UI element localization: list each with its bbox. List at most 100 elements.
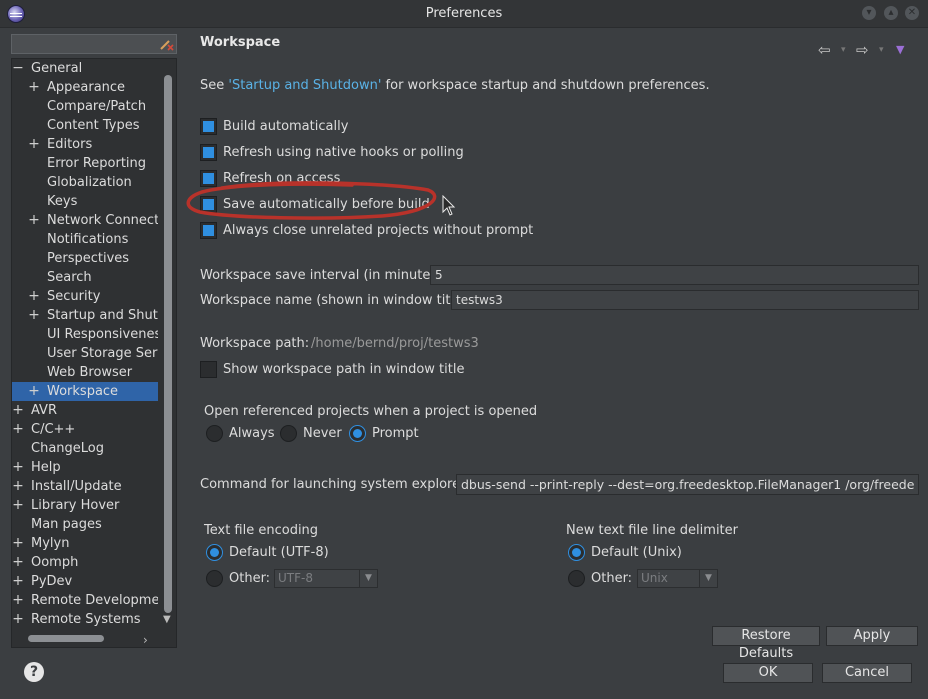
expand-icon[interactable]: + xyxy=(28,135,40,154)
expand-icon[interactable]: + xyxy=(28,211,40,230)
delimiter-dropdown-icon[interactable]: ▼ xyxy=(699,570,717,587)
expand-icon[interactable]: + xyxy=(12,591,24,610)
scroll-down-icon[interactable]: ▼ xyxy=(163,614,171,625)
encoding-default-radio[interactable] xyxy=(206,544,223,561)
tree-vertical-scrollbar[interactable] xyxy=(161,61,175,627)
tree-item[interactable]: Keys xyxy=(12,192,158,211)
refresh-native-checkbox[interactable] xyxy=(200,144,217,161)
delimiter-combo[interactable]: Unix ▼ xyxy=(637,569,718,588)
explorer-command-input[interactable] xyxy=(456,474,919,495)
intro-text: See 'Startup and Shutdown' for workspace… xyxy=(200,78,710,93)
expand-icon[interactable]: + xyxy=(12,477,24,496)
expand-icon[interactable]: + xyxy=(28,306,40,325)
expand-icon[interactable]: + xyxy=(28,287,40,306)
expand-icon[interactable]: + xyxy=(12,572,24,591)
page-title: Workspace xyxy=(200,35,281,50)
close-unrelated-checkbox[interactable] xyxy=(200,222,217,239)
tree-item[interactable]: + Appearance xyxy=(12,78,158,97)
tree-item[interactable]: Compare/Patch xyxy=(12,97,158,116)
expand-icon[interactable]: + xyxy=(12,534,24,553)
tree-item-label: AVR xyxy=(31,403,57,418)
view-menu-icon[interactable]: ▼ xyxy=(896,43,904,56)
tree-item-label: Network Connecti xyxy=(47,213,158,228)
workspace-name-input[interactable] xyxy=(451,290,919,310)
tree-item[interactable]: + Network Connecti xyxy=(12,211,158,230)
tree-item[interactable]: UI Responsivenes xyxy=(12,325,158,344)
expand-icon[interactable]: + xyxy=(12,553,24,572)
help-icon[interactable]: ? xyxy=(24,662,44,682)
delimiter-default-radio[interactable] xyxy=(568,544,585,561)
tree-item-label: Library Hover xyxy=(31,498,120,513)
filter-input[interactable] xyxy=(11,34,177,54)
tree-item[interactable]: + Help xyxy=(12,458,158,477)
intro-prefix: See xyxy=(200,78,229,93)
encoding-dropdown-icon[interactable]: ▼ xyxy=(359,570,377,587)
delimiter-default-label: Default (Unix) xyxy=(591,545,682,560)
tree-item[interactable]: Content Types xyxy=(12,116,158,135)
open-ref-prompt-radio[interactable] xyxy=(349,425,366,442)
tree-item[interactable]: + C/C++ xyxy=(12,420,158,439)
open-ref-never-radio[interactable] xyxy=(280,425,297,442)
tree-item[interactable]: + Install/Update xyxy=(12,477,158,496)
tree-item[interactable]: Notifications xyxy=(12,230,158,249)
clear-filter-icon[interactable] xyxy=(159,38,174,51)
expand-icon[interactable]: + xyxy=(28,382,40,401)
tree-item[interactable]: User Storage Serv xyxy=(12,344,158,363)
build-automatically-checkbox[interactable] xyxy=(200,118,217,135)
expand-icon[interactable]: + xyxy=(12,420,24,439)
apply-button[interactable]: Apply xyxy=(826,626,918,646)
tree-item[interactable]: Web Browser xyxy=(12,363,158,382)
save-interval-input[interactable] xyxy=(430,265,919,285)
back-arrow-icon[interactable]: ⇦ xyxy=(818,41,831,59)
workspace-path-label: Workspace path: xyxy=(200,336,310,351)
tree-item[interactable]: ChangeLog xyxy=(12,439,158,458)
tree-item[interactable]: + Workspace xyxy=(12,382,158,401)
line-delimiter-group-label: New text file line delimiter xyxy=(566,523,738,538)
tree-item[interactable]: + Oomph xyxy=(12,553,158,572)
tree-horizontal-scroll-thumb[interactable] xyxy=(28,635,104,642)
encoding-combo[interactable]: UTF-8 ▼ xyxy=(274,569,378,588)
tree-item[interactable]: + PyDev xyxy=(12,572,158,591)
tree-item[interactable]: + Mylyn xyxy=(12,534,158,553)
tree-item[interactable]: + Startup and Shutd xyxy=(12,306,158,325)
tree-item[interactable]: + Remote Developmer xyxy=(12,591,158,610)
forward-menu-chevron-icon[interactable]: ▾ xyxy=(879,45,884,55)
tree-item[interactable]: + Library Hover xyxy=(12,496,158,515)
tree-item[interactable]: Globalization xyxy=(12,173,158,192)
tree-item-label: Globalization xyxy=(47,175,132,190)
encoding-other-radio[interactable] xyxy=(206,570,223,587)
scroll-right-icon[interactable]: › xyxy=(143,633,148,647)
tree-item[interactable]: Error Reporting xyxy=(12,154,158,173)
expand-icon[interactable]: + xyxy=(12,401,24,420)
tree-vertical-scroll-thumb[interactable] xyxy=(164,75,172,613)
open-ref-always-radio[interactable] xyxy=(206,425,223,442)
expand-icon[interactable]: + xyxy=(28,78,40,97)
expand-icon[interactable]: + xyxy=(12,610,24,629)
preference-tree[interactable]: − General + Appearance Compare/Patch Content … xyxy=(11,58,177,648)
tree-item-label: Man pages xyxy=(31,517,102,532)
tree-item[interactable]: Search xyxy=(12,268,158,287)
ok-button[interactable]: OK xyxy=(723,663,813,683)
tree-item[interactable]: − General xyxy=(12,59,158,78)
cancel-button[interactable]: Cancel xyxy=(822,663,912,683)
expand-icon[interactable]: + xyxy=(12,458,24,477)
back-menu-chevron-icon[interactable]: ▾ xyxy=(841,45,846,55)
startup-shutdown-link[interactable]: 'Startup and Shutdown' xyxy=(228,78,381,93)
expand-icon[interactable]: + xyxy=(12,496,24,515)
delimiter-combo-value: Unix xyxy=(641,571,668,585)
show-path-checkbox[interactable] xyxy=(200,361,217,378)
restore-defaults-button[interactable]: Restore Defaults xyxy=(712,626,820,661)
maximize-icon[interactable]: ▴ xyxy=(884,6,898,20)
close-icon[interactable]: ✕ xyxy=(905,6,919,20)
tree-item[interactable]: Man pages xyxy=(12,515,158,534)
tree-item[interactable]: + AVR xyxy=(12,401,158,420)
tree-item[interactable]: + Security xyxy=(12,287,158,306)
tree-item[interactable]: Perspectives xyxy=(12,249,158,268)
delimiter-other-radio[interactable] xyxy=(568,570,585,587)
minimize-icon[interactable]: ▾ xyxy=(862,6,876,20)
forward-arrow-icon[interactable]: ⇨ xyxy=(856,41,869,59)
collapse-icon[interactable]: − xyxy=(12,59,24,78)
tree-item[interactable]: + Remote Systems xyxy=(12,610,158,629)
build-automatically-label: Build automatically xyxy=(223,119,349,134)
tree-item[interactable]: + Editors xyxy=(12,135,158,154)
